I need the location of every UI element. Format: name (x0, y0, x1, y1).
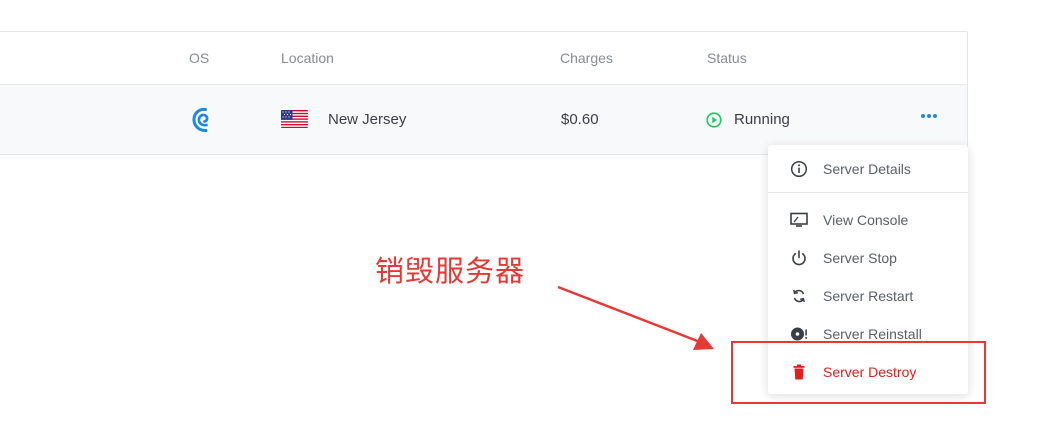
debian-swirl-icon (192, 107, 209, 133)
menu-item-label: Server Restart (823, 288, 914, 304)
annotation-label: 销毁服务器 (375, 254, 526, 288)
menu-item-label: Server Stop (823, 250, 897, 266)
location-value: New Jersey (328, 111, 407, 128)
status-text: Running (734, 111, 790, 128)
table-header: OS Location Charges Status (0, 32, 967, 85)
menu-item-label: Server Reinstall (823, 326, 922, 342)
play-circle-icon (706, 112, 722, 128)
annotation-highlight-box (731, 341, 986, 404)
table-row[interactable]: New Jersey $0.60 Running (0, 85, 967, 154)
menu-item-server-stop[interactable]: Server Stop (768, 239, 968, 275)
header-os: OS (189, 50, 210, 66)
servers-table: OS Location Charges Status New Jersey $0… (0, 31, 968, 155)
restart-icon (793, 289, 805, 303)
header-charges: Charges (560, 50, 613, 66)
header-location: Location (281, 50, 334, 66)
menu-item-server-restart[interactable]: Server Restart (768, 277, 968, 313)
menu-item-label: View Console (823, 212, 909, 228)
menu-item-server-details[interactable]: Server Details (768, 150, 968, 186)
power-icon (792, 250, 806, 266)
monitor-icon (790, 212, 808, 227)
more-dots-icon[interactable] (917, 107, 941, 125)
header-status: Status (707, 50, 747, 66)
charges-value: $0.60 (561, 111, 599, 128)
info-icon (790, 160, 808, 178)
menu-divider (768, 192, 968, 193)
menu-item-label: Server Details (823, 161, 911, 177)
us-flag-icon (281, 110, 308, 128)
menu-item-view-console[interactable]: View Console (768, 201, 968, 237)
